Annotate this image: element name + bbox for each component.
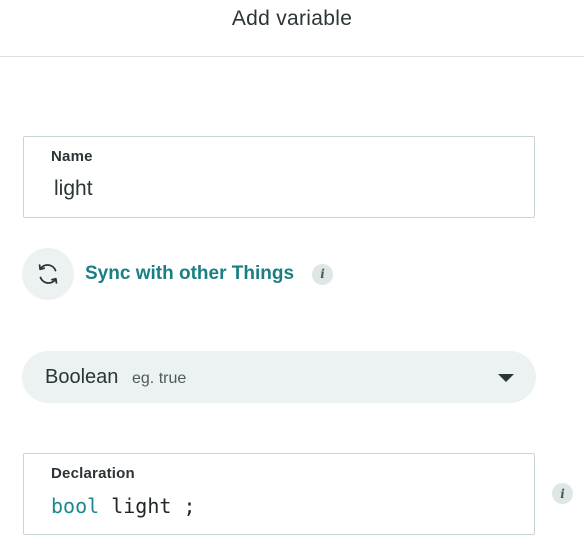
declaration-type-keyword: bool [51, 494, 100, 518]
declaration-info-icon[interactable]: i [552, 483, 573, 504]
declaration-field-label: Declaration [51, 465, 135, 482]
sync-row: Sync with other Things i [22, 247, 334, 301]
declaration-code[interactable]: bool light ; [51, 494, 196, 518]
name-input[interactable] [54, 177, 494, 201]
info-icon[interactable]: i [312, 263, 334, 285]
sync-arrows-icon [38, 264, 58, 284]
panel-title: Add variable [231, 7, 353, 30]
chevron-down-icon [498, 374, 514, 382]
add-variable-panel: Add variable Name Sync with other Things… [0, 0, 584, 555]
sync-button[interactable] [22, 248, 74, 300]
declaration-field[interactable]: Declaration bool light ; [23, 453, 535, 535]
name-field-label: Name [51, 148, 93, 165]
type-example-hint: eg. true [132, 370, 187, 387]
name-field[interactable]: Name [23, 136, 535, 218]
type-selected-value: Boolean [45, 366, 119, 388]
declaration-terminator: ; [183, 494, 196, 518]
panel-header: Add variable [0, 0, 584, 57]
variable-type-select[interactable]: Boolean eg. true [22, 351, 536, 403]
sync-with-other-things-link[interactable]: Sync with other Things [85, 263, 294, 285]
declaration-identifier: light [111, 494, 172, 518]
